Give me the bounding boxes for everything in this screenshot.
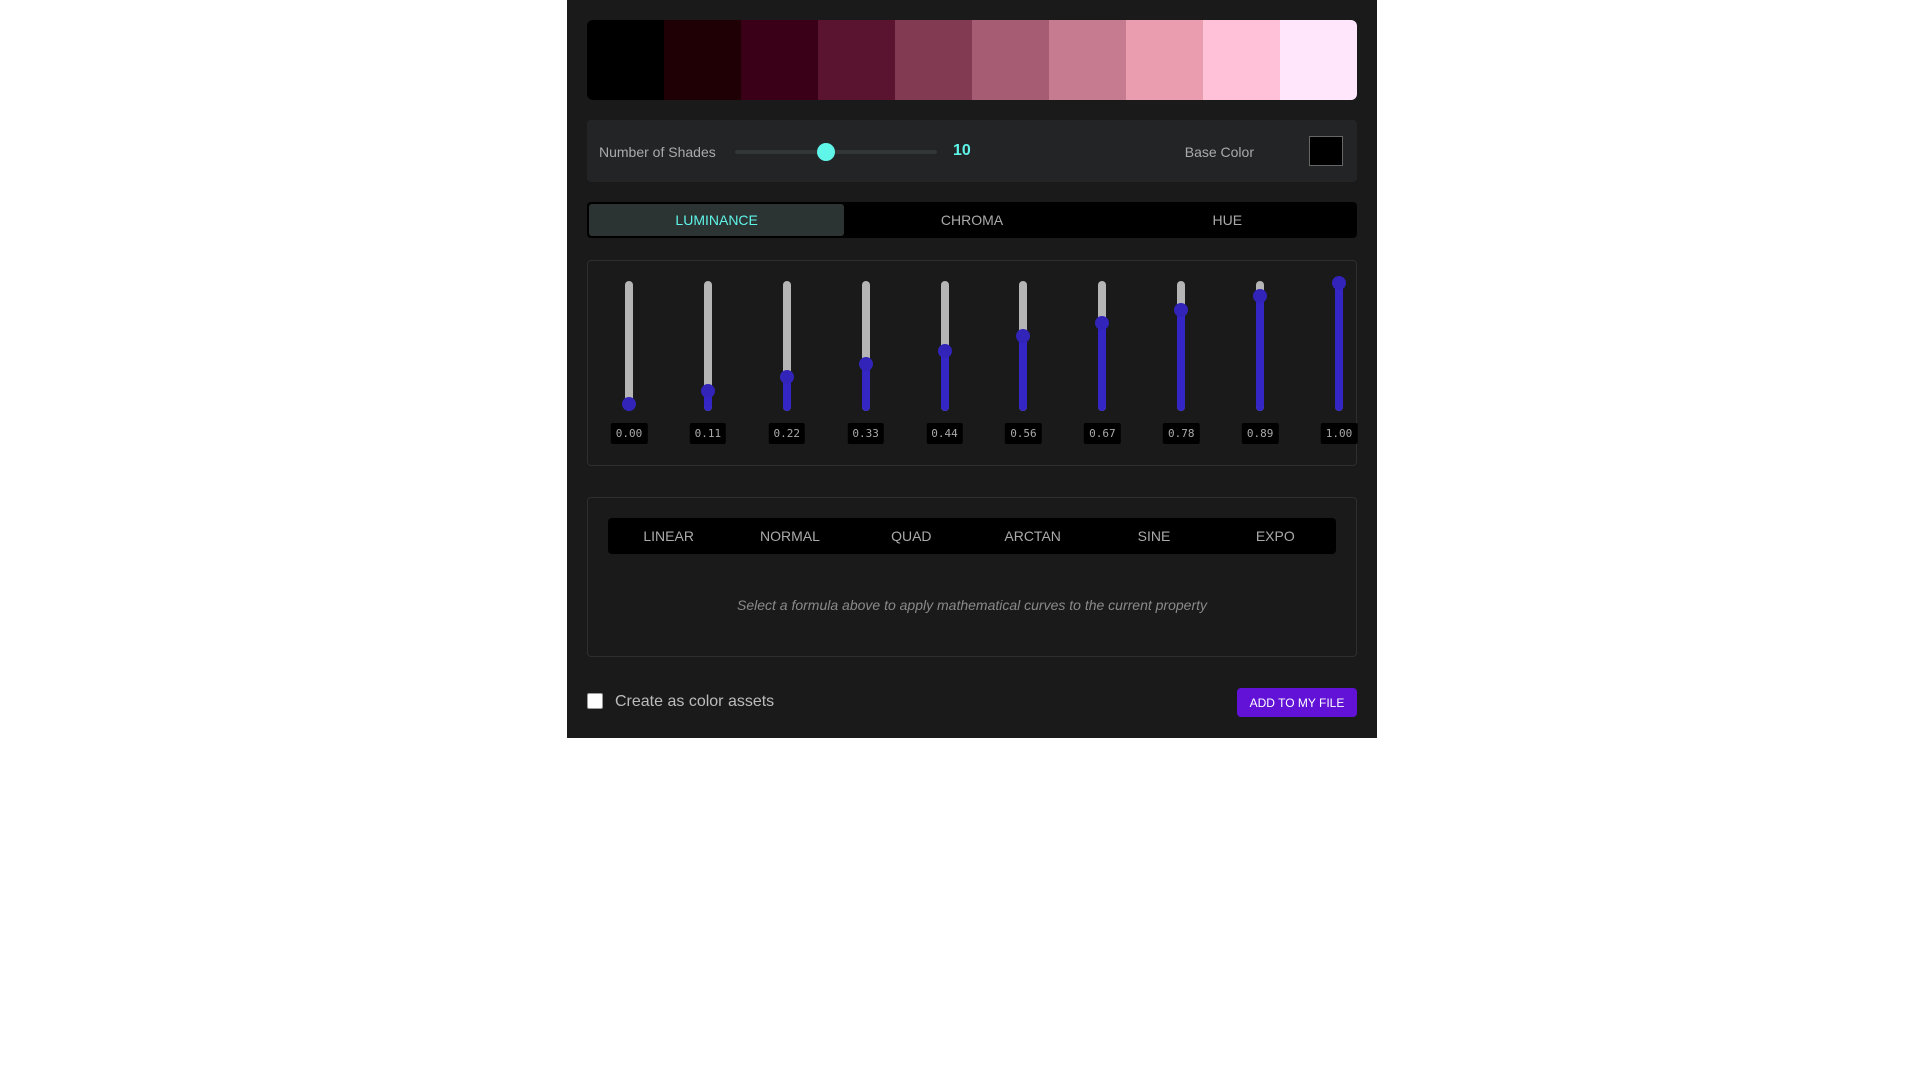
shade-slider-track[interactable] — [622, 281, 636, 411]
formula-linear[interactable]: LINEAR — [608, 518, 729, 554]
shade-slider-fill — [1019, 336, 1028, 411]
shade-slider-track[interactable] — [1253, 281, 1268, 411]
shade-slider-thumb[interactable] — [1095, 315, 1110, 330]
palette-swatch — [1280, 20, 1357, 100]
shade-slider[interactable]: 1.00 — [1309, 261, 1369, 467]
shade-slider-value: 0.22 — [768, 423, 806, 444]
shade-slider-track[interactable] — [1174, 281, 1189, 411]
create-assets-checkbox[interactable] — [587, 693, 603, 709]
shade-slider-fill — [1177, 309, 1186, 411]
shade-slider-track[interactable] — [937, 281, 952, 411]
shade-slider[interactable]: 0.22 — [757, 261, 817, 467]
shade-slider-track[interactable] — [1016, 281, 1031, 411]
shade-slider-thumb[interactable] — [1332, 276, 1346, 290]
shade-slider-value: 0.11 — [689, 423, 727, 444]
shade-slider-thumb[interactable] — [700, 383, 715, 398]
shades-label: Number of Shades — [599, 144, 716, 160]
shade-slider-track[interactable] — [700, 281, 715, 411]
base-color-picker[interactable] — [1309, 136, 1343, 166]
shade-slider[interactable]: 0.33 — [836, 261, 896, 467]
shade-slider-fill — [1335, 283, 1343, 411]
shade-slider[interactable]: 0.44 — [915, 261, 975, 467]
shade-slider[interactable]: 0.00 — [599, 261, 659, 467]
palette-swatch — [1203, 20, 1280, 100]
shade-slider-fill — [861, 364, 870, 411]
shade-slider-value: 0.00 — [610, 423, 648, 444]
shade-slider-value: 0.44 — [926, 423, 963, 444]
shade-slider-thumb[interactable] — [1016, 329, 1031, 344]
formula-panel: LINEAR NORMAL QUAD ARCTAN SINE EXPO Sele… — [587, 497, 1357, 657]
palette-preview — [587, 20, 1357, 100]
shade-slider-thumb[interactable] — [1174, 302, 1189, 317]
palette-swatch — [741, 20, 818, 100]
palette-swatch — [818, 20, 895, 100]
shade-slider-track[interactable] — [858, 281, 873, 411]
create-assets-label[interactable]: Create as color assets — [615, 693, 774, 711]
formula-normal[interactable]: NORMAL — [729, 518, 850, 554]
shades-slider[interactable] — [735, 143, 937, 161]
shade-slider-value: 0.33 — [847, 423, 884, 444]
shade-slider-track[interactable] — [779, 281, 794, 411]
shade-slider-thumb[interactable] — [779, 370, 794, 385]
shade-generator-app: Number of Shades 10 Base Color LUMINANCE… — [567, 0, 1377, 738]
shade-slider-fill — [1098, 322, 1107, 411]
controls-bar: Number of Shades 10 Base Color — [587, 120, 1357, 182]
tab-luminance[interactable]: LUMINANCE — [589, 204, 845, 236]
palette-swatch — [1126, 20, 1203, 100]
shade-sliders-panel: 0.00 0.11 0.22 0.33 0.44 0.56 0.67 0.78 0.89 1.00 — [587, 260, 1358, 467]
palette-swatch — [587, 20, 664, 100]
shade-slider-value: 1.00 — [1320, 423, 1358, 444]
shade-slider-thumb[interactable] — [622, 397, 636, 411]
shade-slider-value: 0.89 — [1241, 423, 1279, 444]
shade-slider[interactable]: 0.67 — [1072, 261, 1132, 467]
shade-slider-value: 0.67 — [1084, 423, 1121, 444]
shade-slider-value: 0.78 — [1162, 423, 1200, 444]
palette-swatch — [895, 20, 972, 100]
formula-arctan[interactable]: ARCTAN — [972, 518, 1093, 554]
shade-slider[interactable]: 0.78 — [1151, 261, 1211, 467]
shade-slider-fill — [940, 350, 949, 411]
shade-slider[interactable]: 0.56 — [993, 261, 1053, 467]
shades-value: 10 — [953, 142, 971, 159]
formula-expo[interactable]: EXPO — [1215, 518, 1336, 554]
formula-quad[interactable]: QUAD — [851, 518, 972, 554]
shade-slider-track[interactable] — [1332, 276, 1346, 411]
shade-slider-fill — [1256, 296, 1265, 411]
shade-slider-thumb[interactable] — [1253, 289, 1268, 304]
shade-slider-thumb[interactable] — [937, 343, 952, 358]
shade-slider-value: 0.56 — [1005, 423, 1042, 444]
palette-swatch — [972, 20, 1049, 100]
base-color-label: Base Color — [1184, 144, 1254, 160]
add-to-file-button[interactable]: ADD TO MY FILE — [1237, 688, 1357, 717]
formula-sine[interactable]: SINE — [1093, 518, 1214, 554]
shade-slider-track[interactable] — [1095, 281, 1110, 411]
formula-hint: Select a formula above to apply mathemat… — [736, 597, 1207, 613]
palette-swatch — [1049, 20, 1126, 100]
tab-chroma[interactable]: CHROMA — [844, 204, 1099, 236]
property-tabs: LUMINANCE CHROMA HUE — [587, 202, 1357, 238]
shade-slider[interactable]: 0.11 — [678, 261, 738, 467]
formula-bar: LINEAR NORMAL QUAD ARCTAN SINE EXPO — [608, 518, 1336, 554]
tab-hue[interactable]: HUE — [1100, 204, 1355, 236]
shade-slider[interactable]: 0.89 — [1230, 261, 1290, 467]
shades-slider-thumb[interactable] — [816, 143, 835, 161]
shade-slider-thumb[interactable] — [858, 357, 873, 372]
palette-swatch — [664, 20, 741, 100]
